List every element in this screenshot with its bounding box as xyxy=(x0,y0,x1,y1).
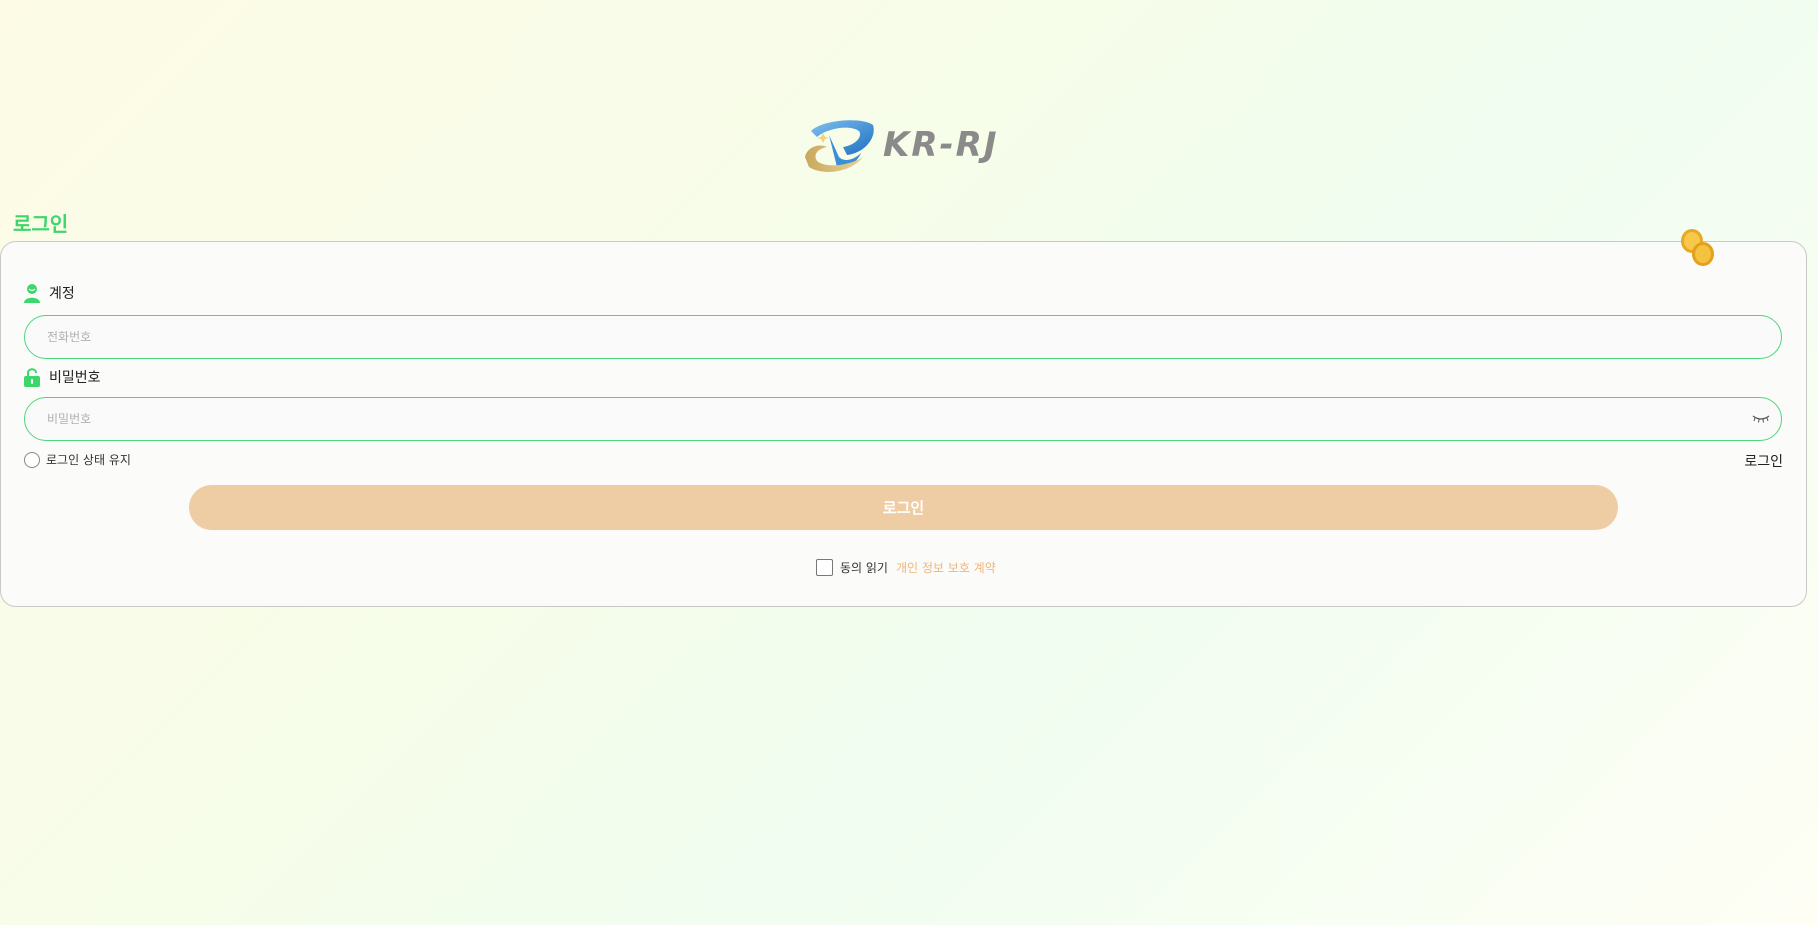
password-input[interactable] xyxy=(45,411,1729,427)
privacy-policy-link[interactable]: 개인 정보 보호 계약 xyxy=(896,559,996,576)
account-label: 계정 xyxy=(24,283,75,303)
remember-me[interactable]: 로그인 상태 유지 xyxy=(24,451,131,468)
phone-input[interactable] xyxy=(45,329,1729,345)
remember-label: 로그인 상태 유지 xyxy=(46,453,131,467)
logo-mark-icon xyxy=(805,120,874,172)
login-button[interactable]: 로그인 xyxy=(189,485,1618,530)
brand-logo: KR-RJ xyxy=(803,115,1013,175)
page-title: 로그인 xyxy=(13,212,69,236)
password-field[interactable] xyxy=(24,397,1782,441)
remember-radio[interactable] xyxy=(24,451,40,468)
lock-icon xyxy=(24,367,40,387)
agree-checkbox[interactable] xyxy=(816,559,833,576)
coins-icon xyxy=(1681,229,1714,266)
user-icon xyxy=(24,283,40,303)
login-link[interactable]: 로그인 xyxy=(1744,451,1783,471)
agree-label: 동의 읽기 xyxy=(840,561,888,575)
agreement-row: 동의 읽기 개인 정보 보호 계약 xyxy=(816,559,996,576)
account-label-text: 계정 xyxy=(49,286,75,302)
password-label: 비밀번호 xyxy=(24,367,101,387)
password-label-text: 비밀번호 xyxy=(49,370,101,386)
account-field[interactable] xyxy=(24,315,1782,359)
logo-text: KR-RJ xyxy=(883,125,999,165)
eye-closed-icon[interactable] xyxy=(1751,412,1771,424)
